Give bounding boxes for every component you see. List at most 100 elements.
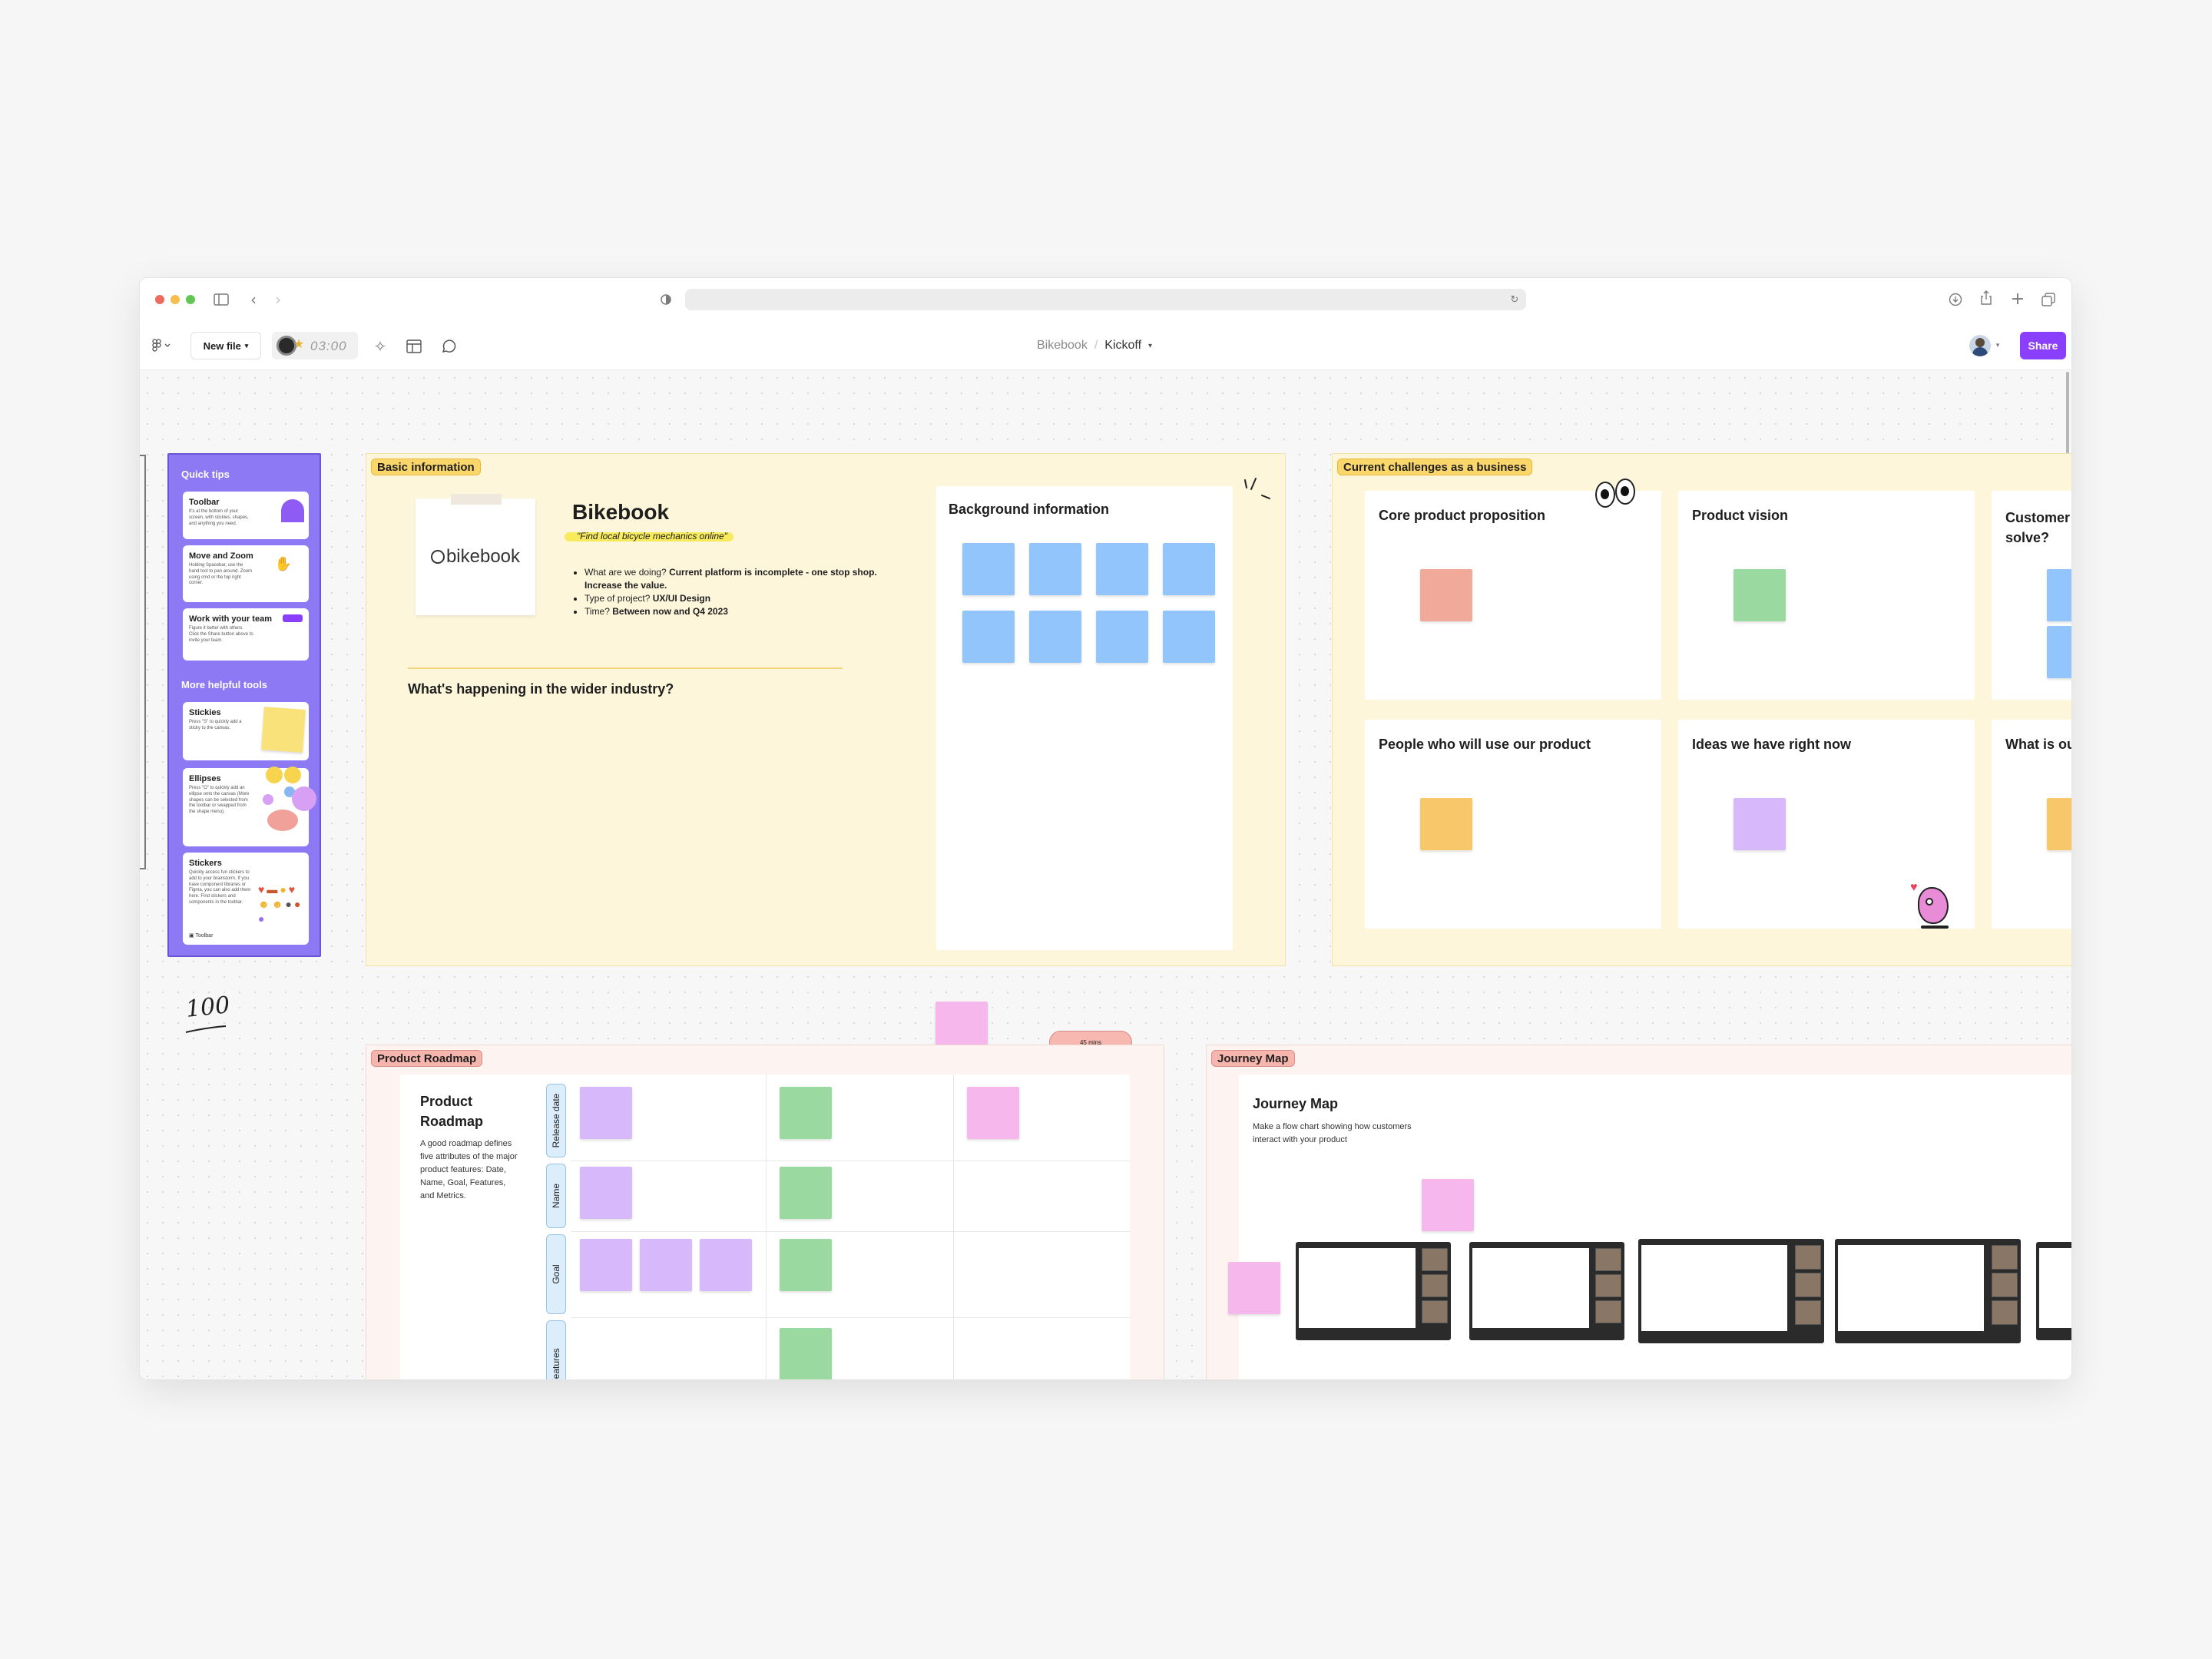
tab-overview-icon[interactable] — [2040, 291, 2057, 308]
breadcrumb-file[interactable]: Kickoff — [1104, 339, 1141, 353]
eyes-sticker-icon[interactable] — [1595, 478, 1638, 512]
sticky-note[interactable] — [580, 1087, 632, 1139]
logo-card[interactable]: bikebook — [416, 494, 535, 615]
sticky-note[interactable] — [1163, 611, 1215, 663]
sticky-note[interactable] — [1029, 611, 1081, 663]
sticky-note[interactable] — [1096, 543, 1148, 595]
row-label-name: Name — [546, 1164, 566, 1228]
sticky-note[interactable] — [962, 543, 1015, 595]
product-vision-card[interactable]: Product vision — [1678, 491, 1975, 700]
roadmap-table[interactable]: Product Roadmap A good roadmap defines f… — [400, 1075, 1130, 1379]
new-file-label: New file — [203, 339, 241, 352]
tip-card-toolbar[interactable]: Toolbar It's at the bottom of your scree… — [183, 492, 309, 539]
reload-icon[interactable]: ↻ — [1508, 292, 1522, 307]
eyes-sticker-icon: ● — [285, 898, 292, 910]
tip-description: Figure it better with others. Click the … — [189, 626, 253, 643]
bullet-question: Time? — [584, 606, 613, 617]
video-call-screenshot[interactable] — [2036, 1242, 2071, 1340]
sticky-note[interactable] — [580, 1239, 632, 1291]
breadcrumb-project[interactable]: Bikebook — [1037, 339, 1088, 353]
bullet-item: Time? Between now and Q4 2023 — [584, 605, 907, 618]
tool-title: Stickers — [189, 859, 222, 868]
sticky-note[interactable] — [1096, 611, 1148, 663]
tip-card-team[interactable]: Work with your team Figure it better wit… — [183, 608, 309, 661]
background-information-card[interactable]: Background information — [936, 486, 1233, 950]
sticky-note[interactable] — [780, 1167, 832, 1219]
new-tab-icon[interactable]: + — [2009, 290, 2026, 309]
sticky-note[interactable] — [2047, 626, 2071, 678]
privacy-shield-icon[interactable] — [658, 292, 674, 307]
section-edge — [140, 455, 146, 869]
core-product-card[interactable]: Core product proposition — [1365, 491, 1661, 700]
toolbar-button[interactable]: ▣ Toolbar — [189, 932, 213, 939]
heart-blob-sticker-icon[interactable]: ♥ — [1910, 881, 1956, 930]
table-icon[interactable] — [405, 337, 423, 356]
target-users-card[interactable]: People who will use our product — [1365, 720, 1661, 929]
forward-icon[interactable]: › — [272, 290, 284, 309]
comment-icon[interactable] — [439, 337, 458, 356]
tool-card-stickers[interactable]: Stickers Quickly access fun stickers to … — [183, 853, 309, 945]
sticky-note[interactable] — [1422, 1179, 1474, 1231]
roadmap-description: A good roadmap defines five attributes o… — [420, 1139, 518, 1200]
chevron-down-icon[interactable]: ▾ — [1993, 338, 2002, 353]
share-button[interactable]: Share — [2020, 332, 2066, 359]
section-label[interactable]: Product Roadmap — [371, 1050, 483, 1067]
sidebar-toggle-icon[interactable] — [213, 292, 230, 307]
chevron-down-icon: ▾ — [244, 341, 249, 349]
canvas[interactable]: Quick tips Toolbar It's at the bottom of… — [140, 370, 2071, 1379]
video-call-screenshot[interactable] — [1638, 1239, 1824, 1343]
ellipse-shape — [266, 767, 283, 783]
timer-display: 03:00 — [310, 339, 347, 353]
tip-description: It's at the bottom of your screen, with … — [189, 509, 249, 526]
new-file-button[interactable]: New file ▾ — [190, 332, 261, 359]
close-window-button[interactable] — [155, 295, 164, 304]
address-bar[interactable]: ↻ — [685, 289, 1526, 310]
video-call-screenshot[interactable] — [1296, 1242, 1451, 1340]
section-label[interactable]: Journey Map — [1211, 1050, 1295, 1067]
browser-titlebar: ‹ › ↻ + — [140, 278, 2071, 321]
figma-menu-icon[interactable] — [151, 336, 174, 355]
rectangle-sticker-icon: ▬ — [267, 883, 278, 896]
sticky-note[interactable] — [580, 1167, 632, 1219]
sticky-note[interactable] — [1420, 798, 1472, 850]
tool-card-ellipses[interactable]: Ellipses Press "O" to quickly add an ell… — [183, 767, 316, 846]
zoom-window-button[interactable] — [186, 295, 195, 304]
sticky-note[interactable] — [780, 1239, 832, 1291]
sticky-note[interactable] — [2047, 798, 2071, 850]
sticky-note[interactable] — [1029, 543, 1081, 595]
section-label[interactable]: Current challenges as a business — [1337, 459, 1533, 475]
sticky-note[interactable] — [967, 1087, 1019, 1139]
share-page-icon[interactable] — [1978, 290, 1995, 306]
sticky-note[interactable] — [2047, 569, 2071, 621]
sticky-note[interactable] — [1163, 543, 1215, 595]
quick-tips-heading: Quick tips — [181, 469, 230, 480]
sticky-note[interactable] — [1734, 569, 1786, 621]
timer-widget[interactable]: ★ 03:00 — [272, 332, 358, 359]
video-call-screenshot[interactable] — [1469, 1242, 1624, 1340]
what-is-card[interactable]: What is ou — [1992, 720, 2071, 929]
sticky-note[interactable] — [1228, 1262, 1280, 1314]
tool-description: Press "S" to quickly add a sticky to the… — [189, 720, 242, 730]
sticky-note[interactable] — [962, 611, 1015, 663]
user-avatar[interactable] — [1969, 335, 1991, 356]
download-icon[interactable] — [1947, 291, 1964, 308]
sticky-note[interactable] — [640, 1239, 692, 1291]
video-call-screenshot[interactable] — [1835, 1239, 2021, 1343]
bullet-question: What are we doing? — [584, 567, 670, 578]
sticky-note[interactable] — [1420, 569, 1472, 621]
hundred-doodle: 100 — [184, 992, 231, 1023]
sticky-note[interactable] — [780, 1328, 832, 1379]
back-icon[interactable]: ‹ — [247, 290, 260, 309]
sticky-note[interactable] — [700, 1239, 752, 1291]
customer-problem-card[interactable]: Customer solve? — [1992, 491, 2071, 700]
circle-sticker-icon: ● — [258, 912, 265, 925]
sticky-note[interactable] — [1734, 798, 1786, 850]
ai-sparkle-icon[interactable]: ✧ — [370, 336, 390, 356]
section-label[interactable]: Basic information — [371, 459, 481, 475]
minimize-window-button[interactable] — [171, 295, 180, 304]
sticky-note[interactable] — [780, 1087, 832, 1139]
tip-card-move-zoom[interactable]: Move and Zoom Holding Spacebar, use the … — [183, 545, 309, 602]
chevron-down-icon[interactable]: ▾ — [1148, 342, 1152, 350]
hand-icon: ✋ — [274, 556, 292, 571]
tool-card-stickies[interactable]: Stickies Press "S" to quickly add a stic… — [183, 702, 309, 760]
